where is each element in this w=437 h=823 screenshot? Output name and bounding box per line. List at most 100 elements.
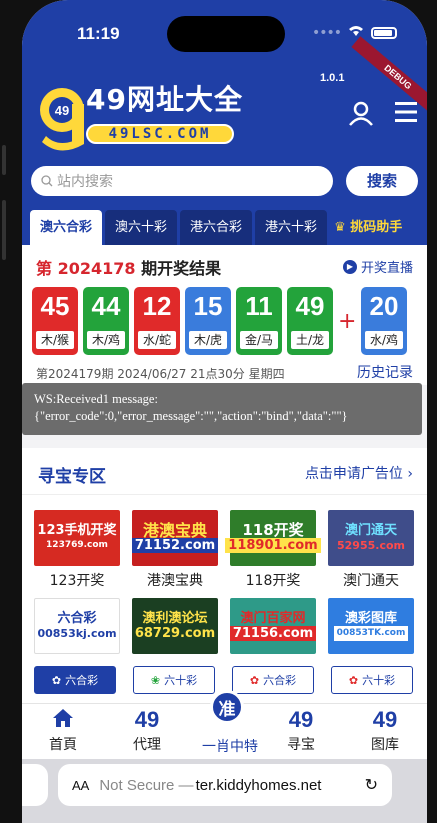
bauhinia-icon: ✿ xyxy=(249,673,260,687)
screen: 11:19 •••• 49 49网址大全 49LSC.COM 1.0.1 DEB… xyxy=(22,0,427,823)
site-tile[interactable]: 港澳宝典 71152.com 港澳宝典 xyxy=(131,510,219,592)
previous-tab-preview[interactable] xyxy=(22,764,48,806)
site-tile[interactable]: 六合彩 00853kj.com xyxy=(34,598,120,654)
nav-center-badge[interactable]: 准 xyxy=(210,690,244,724)
banner-domain: 52955.com xyxy=(337,539,405,552)
tag-mark10[interactable]: ❀ 六十彩 xyxy=(133,666,215,694)
site-banner: 澳门通天 52955.com xyxy=(328,510,414,566)
site-tile[interactable]: 澳门通天 52955.com 澳门通天 xyxy=(328,510,414,592)
site-label: 123开奖 xyxy=(49,573,105,589)
next-draw-info: 第2024179期 2024/06/27 21点30分 星期四 xyxy=(36,367,285,381)
special-ball: 20 水/鸡 xyxy=(361,287,407,355)
cellular-icon: •••• xyxy=(311,24,342,41)
nav-center-label[interactable]: 一肖中特 xyxy=(190,736,270,756)
tab-hk-mark6[interactable]: 港六合彩 xyxy=(180,210,253,245)
status-time: 11:19 xyxy=(77,24,120,43)
tag-label: 六合彩 xyxy=(65,674,99,687)
banner-text: 澳门百家网 xyxy=(240,611,306,626)
site-tile[interactable]: 澳彩图库 00853TK.com xyxy=(328,598,414,654)
nav-agent-label: 代理 xyxy=(133,737,161,753)
bauhinia-icon: ✿ xyxy=(51,673,62,687)
tab-hk-mark10[interactable]: 港六十彩 xyxy=(255,210,328,245)
treasure-section: 寻宝专区 点击申请广告位 › 123手机开奖 123769.com 123开奖 港… xyxy=(22,448,427,703)
banner-text: 港澳宝典 xyxy=(142,521,207,540)
apply-ad-link[interactable]: 点击申请广告位 › xyxy=(305,463,413,483)
menu-icon[interactable] xyxy=(394,100,418,124)
banner-domain: 71156.com xyxy=(229,626,317,641)
site-label: 港澳宝典 xyxy=(147,573,203,589)
banner-text: 123手机开奖 xyxy=(37,523,117,538)
tag-mark6[interactable]: ✿ 六合彩 xyxy=(232,666,314,694)
ball-number: 49 xyxy=(295,291,325,321)
tag-mark10[interactable]: ✿ 六十彩 xyxy=(331,666,413,694)
result-ball: 44 木/鸡 xyxy=(83,287,129,355)
tab-macau-mark10[interactable]: 澳六十彩 xyxy=(105,210,178,245)
nav-gallery[interactable]: 49 图库 xyxy=(350,708,420,754)
treasure-title: 寻宝专区 xyxy=(38,467,106,487)
site-grid: 123手机开奖 123769.com 123开奖 港澳宝典 71152.com 港澳… xyxy=(34,510,414,654)
site-banner: 港澳宝典 71152.com xyxy=(131,510,219,566)
banner-domain: 00853TK.com xyxy=(333,626,409,641)
not-secure-label: Not Secure — xyxy=(99,776,194,794)
site-banner: 六合彩 00853kj.com xyxy=(34,598,120,654)
search-button[interactable]: 搜索 xyxy=(346,166,418,196)
ball-number: 44 xyxy=(91,291,121,321)
dynamic-island xyxy=(167,16,285,52)
ball-zodiac: 土/龙 xyxy=(291,331,329,349)
tab-macau-mark6[interactable]: 澳六合彩 xyxy=(30,210,103,245)
ball-number: 12 xyxy=(142,291,172,321)
ball-zodiac: 木/虎 xyxy=(189,331,227,349)
nav-treasure[interactable]: 49 寻宝 xyxy=(266,708,336,754)
reload-icon[interactable]: ↻ xyxy=(365,775,378,795)
ball-number: 20 xyxy=(369,291,399,321)
ball-number: 11 xyxy=(245,291,273,321)
banner-text: 澳利澳论坛 xyxy=(142,611,208,626)
phone-frame: 11:19 •••• 49 49网址大全 49LSC.COM 1.0.1 DEB… xyxy=(0,0,437,823)
banner-domain: 71152.com xyxy=(131,538,219,553)
ball-zodiac: 水/鸡 xyxy=(365,331,403,349)
banner-text: 澳门通天 xyxy=(344,523,397,538)
plus-sign: + xyxy=(338,308,357,334)
side-button xyxy=(2,145,6,175)
site-tile[interactable]: 澳利澳论坛 68729.com xyxy=(132,598,218,654)
draw-suffix: 期开奖结果 xyxy=(141,259,222,278)
site-tile[interactable]: 澳门百家网 71156.com xyxy=(229,598,317,654)
user-icon[interactable] xyxy=(348,100,374,126)
banner-domain: 123769.com xyxy=(46,540,108,550)
side-button xyxy=(2,200,6,260)
site-banner: 118开奖 118901.com xyxy=(225,510,321,566)
nav-gallery-number: 49 xyxy=(372,707,398,732)
site-domain: 49LSC.COM xyxy=(86,124,234,144)
draw-prefix: 第 xyxy=(36,259,53,278)
reader-aa-button[interactable]: AA xyxy=(72,778,89,793)
url-text: ter.kiddyhomes.net xyxy=(195,776,322,794)
tab-pick-helper[interactable]: ♛ 挑码助手 xyxy=(330,210,406,245)
ball-zodiac: 水/蛇 xyxy=(138,331,176,349)
site-banner: 澳彩图库 00853TK.com xyxy=(328,598,414,654)
site-tile[interactable]: 123手机开奖 123769.com 123开奖 xyxy=(34,510,120,592)
nav-treasure-number: 49 xyxy=(288,707,314,732)
search-input[interactable]: 站内搜索 xyxy=(31,166,333,196)
lottery-tabs: 澳六合彩 澳六十彩 港六合彩 港六十彩 ♛ 挑码助手 xyxy=(30,210,406,245)
draw-results: 第 2024178 期开奖结果 ▶ 开奖直播 45 木/猴 44 木/鸡 12 水/蛇… xyxy=(22,245,427,385)
live-label: 开奖直播 xyxy=(360,261,413,276)
tag-label: 六合彩 xyxy=(263,674,297,687)
history-link[interactable]: 历史记录 xyxy=(357,362,413,382)
live-stream-link[interactable]: ▶ 开奖直播 xyxy=(342,257,413,276)
ball-zodiac: 木/猴 xyxy=(36,331,74,349)
app-header: 11:19 •••• 49 49网址大全 49LSC.COM 1.0.1 DEB… xyxy=(22,0,427,245)
address-bar[interactable]: AA Not Secure — ter.kiddyhomes.net ↻ xyxy=(58,764,392,806)
site-tile[interactable]: 118开奖 118901.com 118开奖 xyxy=(225,510,321,592)
nav-agent[interactable]: 49 代理 xyxy=(112,708,182,754)
logo-digits: 49 xyxy=(55,103,69,118)
result-ball: 11 金/马 xyxy=(236,287,282,355)
banner-domain: 68729.com xyxy=(134,626,216,641)
lotus-icon: ❀ xyxy=(150,673,161,687)
battery-icon xyxy=(371,26,397,39)
debug-toast: WS:Received1 message: {"error_code":0,"e… xyxy=(22,383,422,435)
tag-mark6[interactable]: ✿ 六合彩 xyxy=(34,666,116,694)
nav-home[interactable]: 首頁 xyxy=(28,708,98,754)
tag-label: 六十彩 xyxy=(362,674,396,687)
bauhinia-icon: ✿ xyxy=(348,673,359,687)
ball-zodiac: 金/马 xyxy=(240,331,278,349)
